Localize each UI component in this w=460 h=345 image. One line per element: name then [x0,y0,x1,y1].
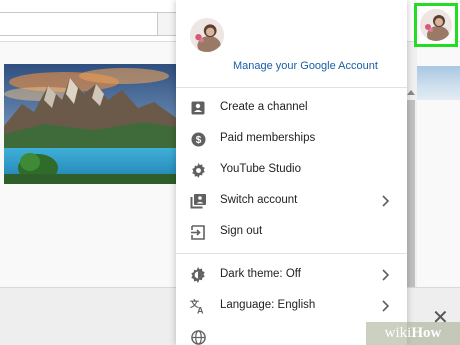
wikihow-watermark: wiki How [366,322,460,345]
menu-item-switch-account[interactable]: Switch account [176,187,407,215]
menu-item-label: Sign out [220,225,263,237]
menu-item-youtube-studio[interactable]: YouTube Studio [176,156,407,184]
person-badge-icon [190,100,206,116]
menu-item-paid-memberships[interactable]: $ Paid memberships [176,125,407,153]
globe-icon [190,329,206,345]
gear-icon [190,162,206,178]
sign-out-icon [190,224,206,240]
chevron-right-icon [382,300,390,312]
menu-divider [176,253,407,254]
svg-text:A: A [197,306,204,315]
menu-item-sign-out[interactable]: Sign out [176,218,407,246]
translate-icon: 文A [190,298,206,314]
menu-divider [176,87,407,88]
chevron-right-icon [382,269,390,281]
video-thumbnail-partial[interactable] [412,66,460,100]
menu-item-dark-theme[interactable]: Dark theme: Off [176,261,407,289]
dollar-circle-icon: $ [190,131,206,147]
menu-item-label: Create a channel [220,101,308,113]
menu-item-label: Paid memberships [220,132,316,144]
menu-item-label: Language: English [220,299,316,311]
chevron-right-icon [382,195,390,207]
scrollbar-thumb[interactable] [407,100,415,300]
account-menu: Manage your Google Account Create a chan… [176,0,407,345]
video-thumbnail[interactable] [4,64,182,184]
avatar-icon [190,18,224,52]
watermark-wiki: wiki [384,325,412,341]
menu-item-label: YouTube Studio [220,163,301,175]
menu-item-label: Switch account [220,194,298,206]
menu-avatar [190,18,224,52]
search-input[interactable] [0,12,158,36]
menu-item-language[interactable]: 文A Language: English [176,292,407,320]
menu-item-label: Dark theme: Off [220,268,301,280]
svg-text:$: $ [195,135,201,146]
watermark-how: How [411,325,442,341]
account-avatar-button[interactable] [420,9,452,41]
landscape-thumbnail-image [4,64,182,184]
avatar-icon [420,9,452,41]
switch-account-icon [190,193,206,209]
dark-theme-icon [190,267,206,283]
menu-item-create-channel[interactable]: Create a channel [176,94,407,122]
manage-google-account-link[interactable]: Manage your Google Account [233,60,378,72]
scroll-up-arrow-icon[interactable] [407,90,415,95]
